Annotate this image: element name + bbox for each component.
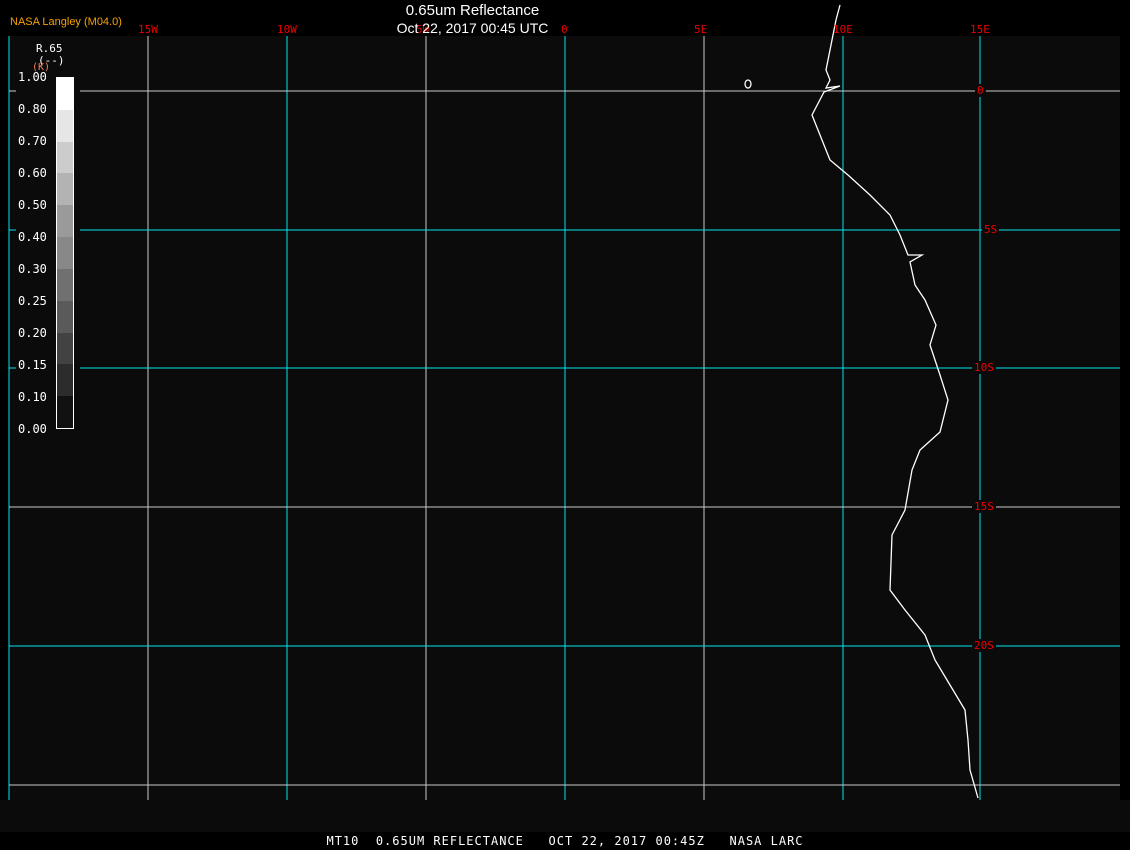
legend-swatch: [57, 332, 73, 365]
latitude-label: 10S: [972, 361, 996, 374]
latitude-label: 15S: [972, 500, 996, 513]
legend-tick: 0.70: [18, 134, 47, 148]
image-datetime: Oct 22, 2017 00:45 UTC: [396, 20, 549, 36]
legend-tick: 0.25: [18, 294, 47, 308]
legend-colorbar: [56, 77, 74, 429]
legend-swatch: [57, 364, 73, 397]
legend-tick: 1.00: [18, 70, 47, 84]
legend-tick: 0.20: [18, 326, 47, 340]
legend-tick: 0.00: [18, 422, 47, 436]
longitude-label: 15E: [970, 23, 990, 36]
map-overlay: [8, 4, 1120, 800]
latitude-label: 20S: [972, 639, 996, 652]
coastline: [811, 4, 979, 799]
legend-swatch: [57, 109, 73, 142]
legend-tick: 0.80: [18, 102, 47, 116]
legend-swatch: [57, 205, 73, 238]
graticule: [8, 36, 1120, 800]
legend-swatch: [57, 173, 73, 206]
legend-tick: 0.40: [18, 230, 47, 244]
legend-swatch: [57, 78, 73, 110]
legend-tick: 0.50: [18, 198, 47, 212]
image-title: 0.65um Reflectance: [405, 2, 540, 19]
legend-tick: 0.60: [18, 166, 47, 180]
footer-caption: MT10 0.65UM REFLECTANCE OCT 22, 2017 00:…: [326, 834, 804, 848]
legend-swatch: [57, 396, 73, 428]
legend-swatch: [57, 268, 73, 301]
legend-swatch: [57, 141, 73, 174]
legend-swatch: [57, 300, 73, 333]
legend-tick: 0.15: [18, 358, 47, 372]
latitude-label: 5S: [982, 223, 1000, 236]
island: [744, 79, 752, 89]
legend-swatch: [57, 237, 73, 269]
legend-tick: 0.10: [18, 390, 47, 404]
legend-tick: 0.30: [18, 262, 47, 276]
latitude-label: 0: [975, 84, 986, 97]
